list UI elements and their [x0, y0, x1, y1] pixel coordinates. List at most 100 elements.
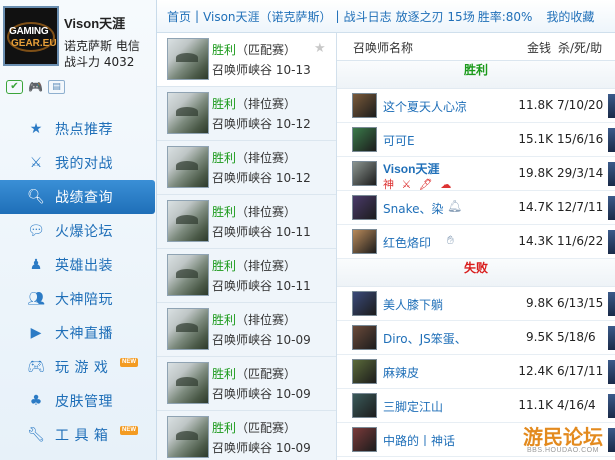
nav-item-hero-builds[interactable]: ♟ 英雄出装	[0, 248, 157, 282]
kda-value: 6/17/11	[557, 364, 604, 378]
match-mode: （匹配赛）	[236, 367, 297, 381]
gold-value: 14.7K	[518, 200, 553, 214]
result-text: 胜利	[212, 151, 237, 165]
player-row[interactable]: 可可E 15.1K 15/6/16	[337, 123, 615, 157]
match-result: 胜利（排位赛）	[212, 257, 296, 274]
star-icon: ★	[29, 121, 43, 137]
match-item[interactable]: 胜利（排位赛） 召唤师峡谷 10-12	[157, 141, 336, 195]
match-map: 召唤师峡谷	[212, 117, 273, 131]
wrench-icon: 🔧︎	[27, 427, 45, 443]
match-mode: （匹配赛）	[236, 421, 297, 435]
champion-portrait	[352, 93, 377, 118]
match-mode: （排位赛）	[236, 313, 297, 327]
item-slot	[608, 360, 615, 384]
gold-value: 15.1K	[518, 132, 553, 146]
breadcrumb-separator: |	[195, 9, 200, 23]
gamepad-icon[interactable]: 🎮	[27, 80, 44, 94]
match-date: 10-09	[275, 387, 311, 401]
check-icon[interactable]: ✔	[6, 80, 23, 94]
nav-item-my-matches[interactable]: ⚔ 我的对战	[0, 146, 157, 180]
column-kda: 杀/死/助	[558, 41, 603, 55]
nav-item-record-search[interactable]: 🔍︎ 战绩查询	[0, 180, 155, 214]
champion-thumbnail	[167, 146, 209, 188]
kda-value: 11/6/22	[557, 234, 604, 248]
match-date: 10-11	[275, 279, 311, 293]
result-text: 胜利	[212, 421, 237, 435]
details-header: 召唤师名称 金钱 杀/死/助	[337, 33, 615, 61]
match-list: 胜利（匹配赛） 召唤师峡谷 10-13 ★ 胜利（排位赛） 召唤师峡谷 10-1…	[157, 33, 337, 460]
summoner-name[interactable]: 可可E	[383, 132, 415, 149]
match-map: 召唤师峡谷	[212, 387, 273, 401]
gold-value: 9.5K	[526, 330, 553, 344]
match-map: 召唤师峡谷	[212, 171, 273, 185]
summoner-name[interactable]: 红色烙印	[383, 234, 431, 251]
kda-value: 6/13/15	[557, 296, 604, 310]
champion-thumbnail	[167, 38, 209, 80]
nav-item-skins[interactable]: ♣ 皮肤管理	[0, 384, 157, 418]
player-row[interactable]: 三脚定江山 11.1K 4/16/4	[337, 389, 615, 423]
player-row[interactable]: 这个夏天人心凉 11.8K 7/10/20	[337, 89, 615, 123]
kda-value: 4/16/4	[557, 398, 596, 412]
match-map: 召唤师峡谷	[212, 279, 273, 293]
versus-icon: ⚔	[29, 155, 43, 171]
nav-label: 我的对战	[55, 156, 113, 172]
match-item[interactable]: 胜利（排位赛） 召唤师峡谷 10-09	[157, 303, 336, 357]
nav-label: 战绩查询	[55, 190, 113, 206]
summoner-name[interactable]: Snake、染	[383, 200, 443, 217]
champion-portrait	[352, 161, 377, 186]
summoner-name[interactable]: 中路的丨神话	[383, 432, 455, 449]
nav-item-companions[interactable]: 👥︎ 大神陪玩	[0, 282, 157, 316]
match-item[interactable]: 胜利（排位赛） 召唤师峡谷 10-11	[157, 249, 336, 303]
loss-team-title: 失败	[337, 259, 615, 287]
player-row[interactable]: 红色烙印 ✋︎ 14.3K 11/6/22	[337, 225, 615, 259]
match-item[interactable]: 胜利（匹配赛） 召唤师峡谷 10-09	[157, 411, 336, 460]
champion-portrait	[352, 359, 377, 384]
kda-value: 5/18/6	[557, 330, 596, 344]
match-info: 召唤师峡谷 10-11	[212, 223, 311, 240]
item-slot	[608, 292, 615, 316]
breadcrumb-user[interactable]: Vison天涯（诺克萨斯）	[203, 8, 331, 25]
favorites-link[interactable]: 我的收藏	[546, 8, 594, 25]
match-item[interactable]: 胜利（匹配赛） 召唤师峡谷 10-13 ★	[157, 33, 336, 87]
nav-label: 热点推荐	[55, 122, 113, 138]
nav-item-live[interactable]: ▶ 大神直播	[0, 316, 157, 350]
player-row[interactable]: 麻辣皮 12.4K 6/17/11	[337, 355, 615, 389]
nav-item-hot[interactable]: ★ 热点推荐	[0, 112, 157, 146]
user-name[interactable]: Vison天涯	[64, 13, 125, 32]
win-team: 这个夏天人心凉 11.8K 7/10/20 可可E 15.1K 15/6/16 Vison天…	[337, 89, 615, 259]
watermark-url: BBS.HOUDAO.COM	[527, 447, 599, 454]
nav-label: 大神直播	[55, 326, 113, 342]
match-info: 召唤师峡谷 10-09	[212, 439, 311, 456]
champion-thumbnail	[167, 308, 209, 350]
gold-value: 14.3K	[518, 234, 553, 248]
summoner-name[interactable]: 美人膝下躺	[383, 296, 443, 313]
nav-item-games[interactable]: 🎮︎ 玩 游 戏 NEW	[0, 350, 157, 384]
player-row[interactable]: 美人膝下躺 9.8K 6/13/15	[337, 287, 615, 321]
id-card-icon[interactable]: ▤	[48, 80, 65, 94]
summoner-name[interactable]: 麻辣皮	[383, 364, 419, 381]
summoner-name[interactable]: Diro、JS笨蛋、	[383, 330, 467, 347]
nav-item-toolbox[interactable]: 🔧︎ 工 具 箱 NEW	[0, 418, 157, 452]
match-item[interactable]: 胜利（排位赛） 召唤师峡谷 10-12	[157, 87, 336, 141]
match-info: 召唤师峡谷 10-09	[212, 385, 311, 402]
favorite-star-icon[interactable]: ★	[314, 41, 326, 56]
result-text: 胜利	[212, 259, 237, 273]
match-item[interactable]: 胜利（匹配赛） 召唤师峡谷 10-09	[157, 357, 336, 411]
summoner-name[interactable]: 三脚定江山	[383, 398, 443, 415]
skin-icon: ♣	[29, 393, 43, 409]
hand-icon: ✋︎	[447, 233, 454, 247]
match-info: 召唤师峡谷 10-09	[212, 331, 311, 348]
nav-item-forum[interactable]: 💬︎ 火爆论坛	[0, 214, 157, 248]
search-icon: 🔍︎	[27, 189, 45, 205]
player-row[interactable]: Snake、染 🔔︎ 14.7K 12/7/11	[337, 191, 615, 225]
breadcrumb-home[interactable]: 首页	[167, 8, 191, 25]
champion-portrait	[352, 291, 377, 316]
match-result: 胜利（排位赛）	[212, 149, 296, 166]
player-row[interactable]: Vison天涯神 ⚔ 🖋 ☁ 19.8K 29/3/14	[337, 157, 615, 191]
match-result: 胜利（排位赛）	[212, 95, 296, 112]
player-row[interactable]: Diro、JS笨蛋、 9.5K 5/18/6	[337, 321, 615, 355]
avatar[interactable]: GAMING GEAR.EU	[3, 6, 59, 66]
summoner-name[interactable]: Vison天涯	[383, 160, 439, 177]
summoner-name[interactable]: 这个夏天人心凉	[383, 98, 467, 115]
match-item[interactable]: 胜利（排位赛） 召唤师峡谷 10-11	[157, 195, 336, 249]
